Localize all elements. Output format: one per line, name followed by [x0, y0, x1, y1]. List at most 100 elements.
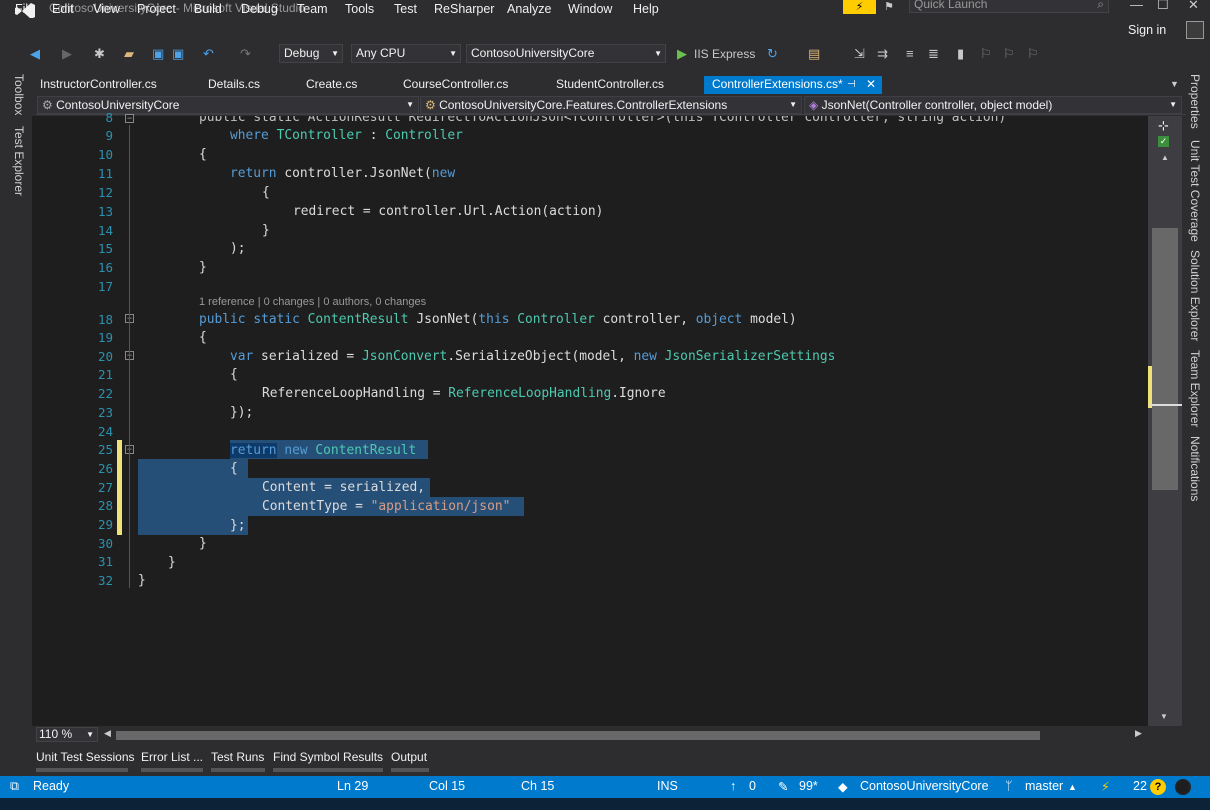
menu-test[interactable]: Test — [394, 2, 417, 16]
forward-icon[interactable]: ▶ — [62, 46, 72, 62]
status-push-count[interactable]: 0 — [749, 779, 756, 793]
type-nav-select[interactable]: ⚙ ContosoUniversityCore.Features.Control… — [420, 96, 802, 114]
project-icon: ⚙ — [42, 98, 57, 112]
close-tab-icon[interactable]: ✕ — [866, 76, 876, 93]
member-nav-select[interactable]: ◈ JsonNet(Controller controller, object … — [804, 96, 1182, 114]
menu-help[interactable]: Help — [633, 2, 659, 16]
minimize-icon[interactable]: — — [1130, 0, 1143, 12]
status-char: Ch 15 — [521, 779, 555, 793]
scroll-down-icon[interactable]: ▼ — [1160, 712, 1168, 721]
repo-icon[interactable]: ◆ — [838, 779, 848, 794]
menu-debug[interactable]: Debug — [241, 2, 278, 16]
next-bookmark-icon[interactable]: ⚐ — [1003, 46, 1015, 62]
tab-details[interactable]: Details.cs — [200, 76, 290, 94]
tab-create[interactable]: Create.cs — [298, 76, 388, 94]
line-number: 18 — [97, 312, 113, 327]
close-window-icon[interactable]: ✕ — [1188, 0, 1199, 13]
status-repository[interactable]: ContosoUniversityCore — [860, 779, 989, 793]
code-line: var serialized = JsonConvert.SerializeOb… — [230, 347, 835, 366]
tab-error-list[interactable]: Error List ... — [141, 750, 203, 764]
quick-launch-input[interactable]: Quick Launch ⌕ — [909, 0, 1109, 13]
tab-test-runs[interactable]: Test Runs — [211, 750, 264, 764]
status-circle-icon[interactable] — [1175, 779, 1191, 795]
tab-overflow-icon[interactable]: ▼ — [1170, 79, 1179, 89]
properties-tab[interactable]: Properties — [1188, 74, 1202, 129]
notifications-tab[interactable]: Notifications — [1188, 436, 1202, 501]
scroll-up-icon[interactable]: ▲ — [1161, 153, 1169, 162]
menu-file[interactable]: File — [15, 2, 35, 16]
status-pending-changes[interactable]: 99* — [799, 779, 818, 793]
bookmark-icon[interactable]: ▮ — [957, 46, 964, 62]
push-arrow-icon[interactable]: ↑ — [730, 779, 736, 793]
tab-output[interactable]: Output — [391, 750, 427, 764]
status-branch[interactable]: master — [1025, 779, 1063, 793]
flag-feedback-icon[interactable]: ⚑ — [884, 0, 894, 13]
tab-instructor-controller[interactable]: InstructorController.cs — [32, 76, 192, 94]
status-notification-count[interactable]: 22 — [1133, 779, 1147, 793]
code-line: }; — [230, 518, 246, 533]
team-explorer-tab[interactable]: Team Explorer — [1188, 350, 1202, 427]
tab-unit-test-sessions[interactable]: Unit Test Sessions — [36, 750, 135, 764]
collapse-icon[interactable]: − — [125, 114, 134, 123]
pin-icon[interactable]: ⊣ — [847, 76, 856, 93]
startup-project-select[interactable]: ContosoUniversityCore ▼ — [466, 44, 666, 63]
codelens-info[interactable]: 1 reference | 0 changes | 0 authors, 0 c… — [199, 296, 426, 308]
modifiers: public static — [199, 312, 308, 327]
toolbox-tab[interactable]: Toolbox — [12, 74, 26, 115]
type-content-result: ContentResult — [315, 443, 417, 458]
menu-project[interactable]: Project — [137, 2, 176, 16]
avatar-icon[interactable] — [1186, 21, 1204, 39]
menu-view[interactable]: View — [93, 2, 120, 16]
line-number: 17 — [97, 279, 113, 294]
help-icon[interactable]: ? — [1150, 779, 1166, 795]
no-issues-icon: ✓ — [1158, 136, 1169, 147]
run-target-label[interactable]: IIS Express — [694, 47, 755, 61]
step-into-icon[interactable]: ⇲ — [854, 46, 865, 62]
refresh-icon[interactable]: ↻ — [767, 46, 778, 62]
menu-resharper[interactable]: ReSharper — [434, 2, 494, 16]
scroll-left-icon[interactable]: ◀ — [104, 728, 111, 739]
save-icon[interactable]: ▣ — [152, 46, 164, 62]
solution-explorer-tab[interactable]: Solution Explorer — [1188, 250, 1202, 341]
zoom-select[interactable]: 110 % ▼ — [36, 727, 98, 742]
new-project-icon[interactable]: ✱ — [94, 46, 105, 62]
scroll-right-icon[interactable]: ▶ — [1135, 728, 1142, 739]
tab-student-controller[interactable]: StudentController.cs — [548, 76, 698, 94]
resharper-icon[interactable]: ⚡ — [1101, 779, 1110, 794]
tab-find-symbol-results[interactable]: Find Symbol Results — [273, 750, 383, 764]
sign-in-link[interactable]: Sign in — [1128, 23, 1166, 37]
menu-tools[interactable]: Tools — [345, 2, 374, 16]
comment-icon[interactable]: ≡ — [906, 46, 914, 61]
save-all-icon[interactable]: ▣ — [172, 46, 184, 62]
step-over-icon[interactable]: ⇉ — [877, 46, 888, 62]
undo-icon[interactable]: ↶ — [203, 46, 214, 62]
test-explorer-tab[interactable]: Test Explorer — [12, 126, 26, 196]
feedback-smile-icon[interactable]: ⚡ — [843, 0, 876, 14]
run-icon[interactable]: ▶ — [677, 46, 687, 62]
split-icon[interactable]: ⊹ — [1158, 118, 1169, 134]
menu-bar — [0, 20, 1210, 40]
platform-select[interactable]: Any CPU ▼ — [351, 44, 461, 63]
menu-window[interactable]: Window — [568, 2, 612, 16]
tab-controller-extensions[interactable]: ControllerExtensions.cs* ⊣ ✕ — [704, 76, 882, 94]
horizontal-scrollbar-thumb[interactable] — [116, 731, 1040, 740]
menu-build[interactable]: Build — [194, 2, 222, 16]
clear-bookmarks-icon[interactable]: ⚐ — [1027, 46, 1039, 62]
prev-bookmark-icon[interactable]: ⚐ — [980, 46, 992, 62]
uncomment-icon[interactable]: ≣ — [928, 46, 939, 62]
menu-analyze[interactable]: Analyze — [507, 2, 551, 16]
maximize-icon[interactable]: ☐ — [1157, 0, 1169, 13]
back-icon[interactable]: ◀ — [30, 46, 40, 62]
scrollbar-thumb[interactable] — [1152, 228, 1178, 490]
redo-icon[interactable]: ↷ — [240, 46, 251, 62]
configuration-select[interactable]: Debug ▼ — [279, 44, 343, 63]
browser-link-icon[interactable]: ▤ — [808, 46, 820, 62]
unit-test-coverage-tab[interactable]: Unit Test Coverage — [1188, 140, 1202, 242]
open-file-icon[interactable]: ▰ — [124, 46, 134, 62]
startup-project-value: ContosoUniversityCore — [471, 46, 595, 60]
tab-course-controller[interactable]: CourseController.cs — [395, 76, 540, 94]
pencil-icon[interactable]: ✎ — [778, 779, 788, 794]
branch-icon[interactable]: ᛘ — [1005, 779, 1013, 793]
menu-edit[interactable]: Edit — [52, 2, 74, 16]
menu-team[interactable]: Team — [297, 2, 328, 16]
